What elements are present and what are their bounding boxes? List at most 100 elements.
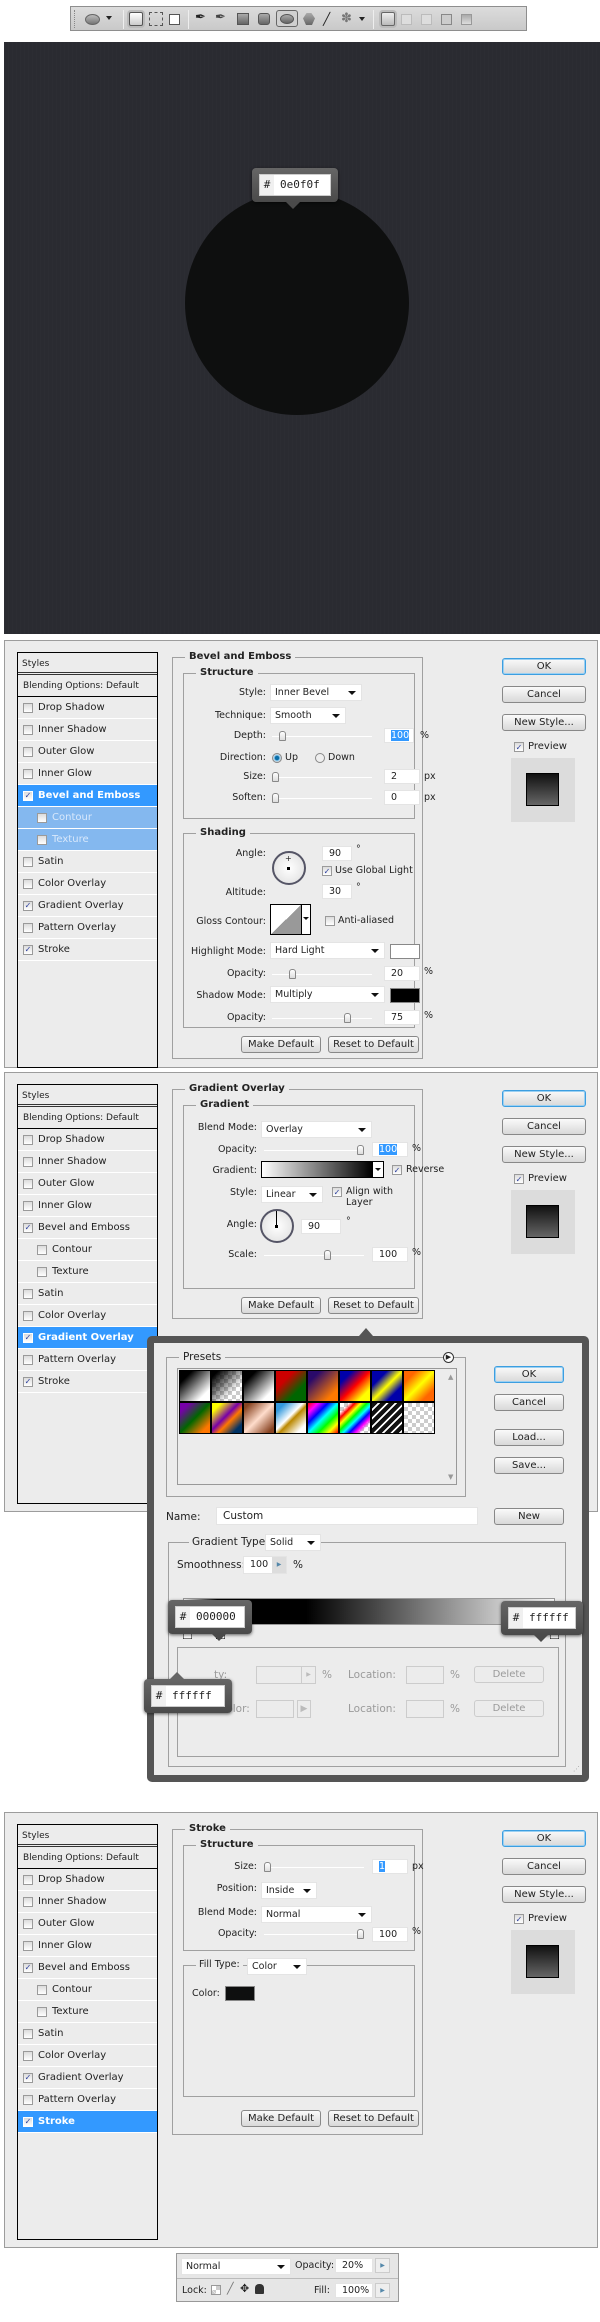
cancel-button[interactable]: Cancel [502, 1118, 586, 1135]
style-item-inner-shadow[interactable]: Inner Shadow [18, 1151, 157, 1173]
checkbox[interactable] [37, 2006, 47, 2017]
preset-swatch[interactable] [243, 1370, 275, 1402]
angle-input[interactable]: 90 [322, 846, 352, 861]
pen-icon[interactable]: ✒ [195, 11, 209, 25]
global-light-checkbox[interactable]: ✓ [322, 866, 332, 876]
resize-grip-icon[interactable]: ⋰ [573, 1765, 580, 1773]
shape-dropdown-icon[interactable] [359, 17, 365, 21]
style-item-inner-glow[interactable]: Inner Glow [18, 763, 157, 785]
preset-swatch[interactable] [275, 1402, 307, 1434]
line-icon[interactable]: ╱ [323, 12, 337, 26]
preset-swatch[interactable] [339, 1402, 371, 1434]
preset-swatch[interactable] [339, 1370, 371, 1402]
ellipse-preset-icon[interactable] [85, 14, 100, 25]
style-item-outer-glow[interactable]: Outer Glow [18, 1173, 157, 1195]
style-item-pattern-overlay[interactable]: Pattern Overlay [18, 917, 157, 939]
size-input[interactable]: 1 [372, 1859, 408, 1874]
style-item-drop-shadow[interactable]: Drop Shadow [18, 697, 157, 719]
direction-down-radio[interactable] [315, 753, 325, 763]
depth-slider[interactable] [272, 731, 372, 741]
checkbox[interactable] [23, 922, 33, 933]
style-item-stroke[interactable]: ✓ Stroke [18, 939, 157, 961]
checkbox[interactable] [23, 1354, 33, 1365]
styles-header[interactable]: Styles [18, 1085, 157, 1107]
checkbox[interactable] [23, 724, 33, 735]
color-location-input[interactable] [406, 1700, 444, 1718]
preset-dropdown-icon[interactable] [106, 16, 112, 20]
opacity-slider[interactable] [264, 1929, 364, 1939]
opacity-location-input[interactable] [406, 1666, 444, 1684]
size-input[interactable]: 2 [384, 769, 420, 784]
make-default-button[interactable]: Make Default [241, 1297, 321, 1314]
scale-input[interactable]: 100 [372, 1247, 408, 1262]
opacity-slider[interactable] [264, 1145, 364, 1155]
checkbox[interactable] [23, 2028, 33, 2039]
slider-knob[interactable] [357, 1929, 364, 1939]
style-item-texture[interactable]: Texture [18, 2001, 157, 2023]
intersect-shape-areas-icon[interactable] [441, 14, 452, 25]
lock-image-pixels-icon[interactable]: ╱ [227, 2282, 234, 2295]
bevel-style-dropdown[interactable]: Inner Bevel [270, 684, 362, 701]
style-item-contour[interactable]: Contour [18, 1239, 157, 1261]
scale-slider[interactable] [264, 1250, 364, 1260]
paths-icon[interactable] [149, 12, 163, 26]
shadow-color-swatch[interactable] [390, 988, 420, 1003]
checkbox-checked[interactable]: ✓ [23, 790, 33, 801]
style-item-inner-glow[interactable]: Inner Glow [18, 1195, 157, 1217]
checkbox[interactable] [23, 1156, 33, 1167]
angle-input[interactable]: 90 [301, 1219, 341, 1234]
style-item-bevel-emboss[interactable]: ✓ Bevel and Emboss [18, 1217, 157, 1239]
gradient-picker[interactable] [261, 1161, 384, 1178]
slider-knob[interactable] [289, 969, 296, 979]
preset-swatch[interactable] [179, 1370, 211, 1402]
checkbox-checked[interactable]: ✓ [23, 1332, 33, 1343]
checkbox[interactable] [23, 1940, 33, 1951]
reverse-checkbox[interactable]: ✓ [392, 1165, 402, 1175]
size-slider[interactable] [272, 772, 372, 782]
make-default-button[interactable]: Make Default [241, 1036, 321, 1053]
fill-type-dropdown[interactable]: Color [247, 1958, 307, 1975]
gradient-style-dropdown[interactable]: Linear [261, 1186, 323, 1203]
style-item-contour[interactable]: Contour [18, 807, 157, 829]
highlight-opacity-slider[interactable] [272, 969, 372, 979]
new-style-button[interactable]: New Style... [502, 714, 586, 731]
layer-blend-mode-dropdown[interactable]: Normal [181, 2258, 291, 2275]
new-shape-layer-icon[interactable] [381, 12, 395, 26]
anti-aliased-checkbox[interactable] [325, 916, 335, 926]
blending-options[interactable]: Blending Options: Default [18, 675, 157, 697]
style-item-bevel-emboss[interactable]: ✓ Bevel and Emboss [18, 785, 157, 807]
preset-swatch[interactable] [275, 1370, 307, 1402]
ok-button[interactable]: OK [494, 1366, 564, 1383]
stroke-color-swatch[interactable] [225, 1986, 255, 2001]
style-item-color-overlay[interactable]: Color Overlay [18, 1305, 157, 1327]
checkbox[interactable] [37, 834, 47, 845]
style-item-drop-shadow[interactable]: Drop Shadow [18, 1129, 157, 1151]
styles-header[interactable]: Styles [18, 1825, 157, 1847]
highlight-color-swatch[interactable] [390, 944, 420, 959]
checkbox-checked[interactable]: ✓ [23, 1376, 33, 1387]
checkbox[interactable] [23, 1310, 33, 1321]
cancel-button[interactable]: Cancel [502, 1858, 586, 1875]
preset-swatch[interactable] [403, 1402, 435, 1434]
rectangle-icon[interactable] [237, 13, 249, 25]
checkbox[interactable] [23, 878, 33, 889]
align-with-layer-checkbox[interactable]: ✓ [332, 1187, 342, 1197]
preset-swatch[interactable] [371, 1402, 403, 1434]
freeform-pen-icon[interactable]: ✒ [215, 11, 229, 25]
style-item-satin[interactable]: Satin [18, 1283, 157, 1305]
polygon-icon[interactable] [303, 13, 315, 25]
toolbar-grip[interactable] [74, 10, 77, 28]
new-style-button[interactable]: New Style... [502, 1146, 586, 1163]
delete-opacity-stop-button[interactable]: Delete [474, 1666, 544, 1683]
style-item-inner-shadow[interactable]: Inner Shadow [18, 1891, 157, 1913]
checkbox[interactable] [23, 1200, 33, 1211]
ellipse-tool-active[interactable] [276, 10, 298, 27]
style-item-gradient-overlay[interactable]: ✓ Gradient Overlay [18, 895, 157, 917]
style-item-drop-shadow[interactable]: Drop Shadow [18, 1869, 157, 1891]
opacity-input[interactable]: 100 [372, 1927, 408, 1942]
color-menu-arrow-icon[interactable]: ▶ [297, 1700, 311, 1718]
style-item-gradient-overlay[interactable]: ✓ Gradient Overlay [18, 1327, 157, 1349]
angle-dial[interactable] [260, 1209, 294, 1243]
preset-swatch[interactable] [211, 1402, 243, 1434]
style-item-outer-glow[interactable]: Outer Glow [18, 1913, 157, 1935]
